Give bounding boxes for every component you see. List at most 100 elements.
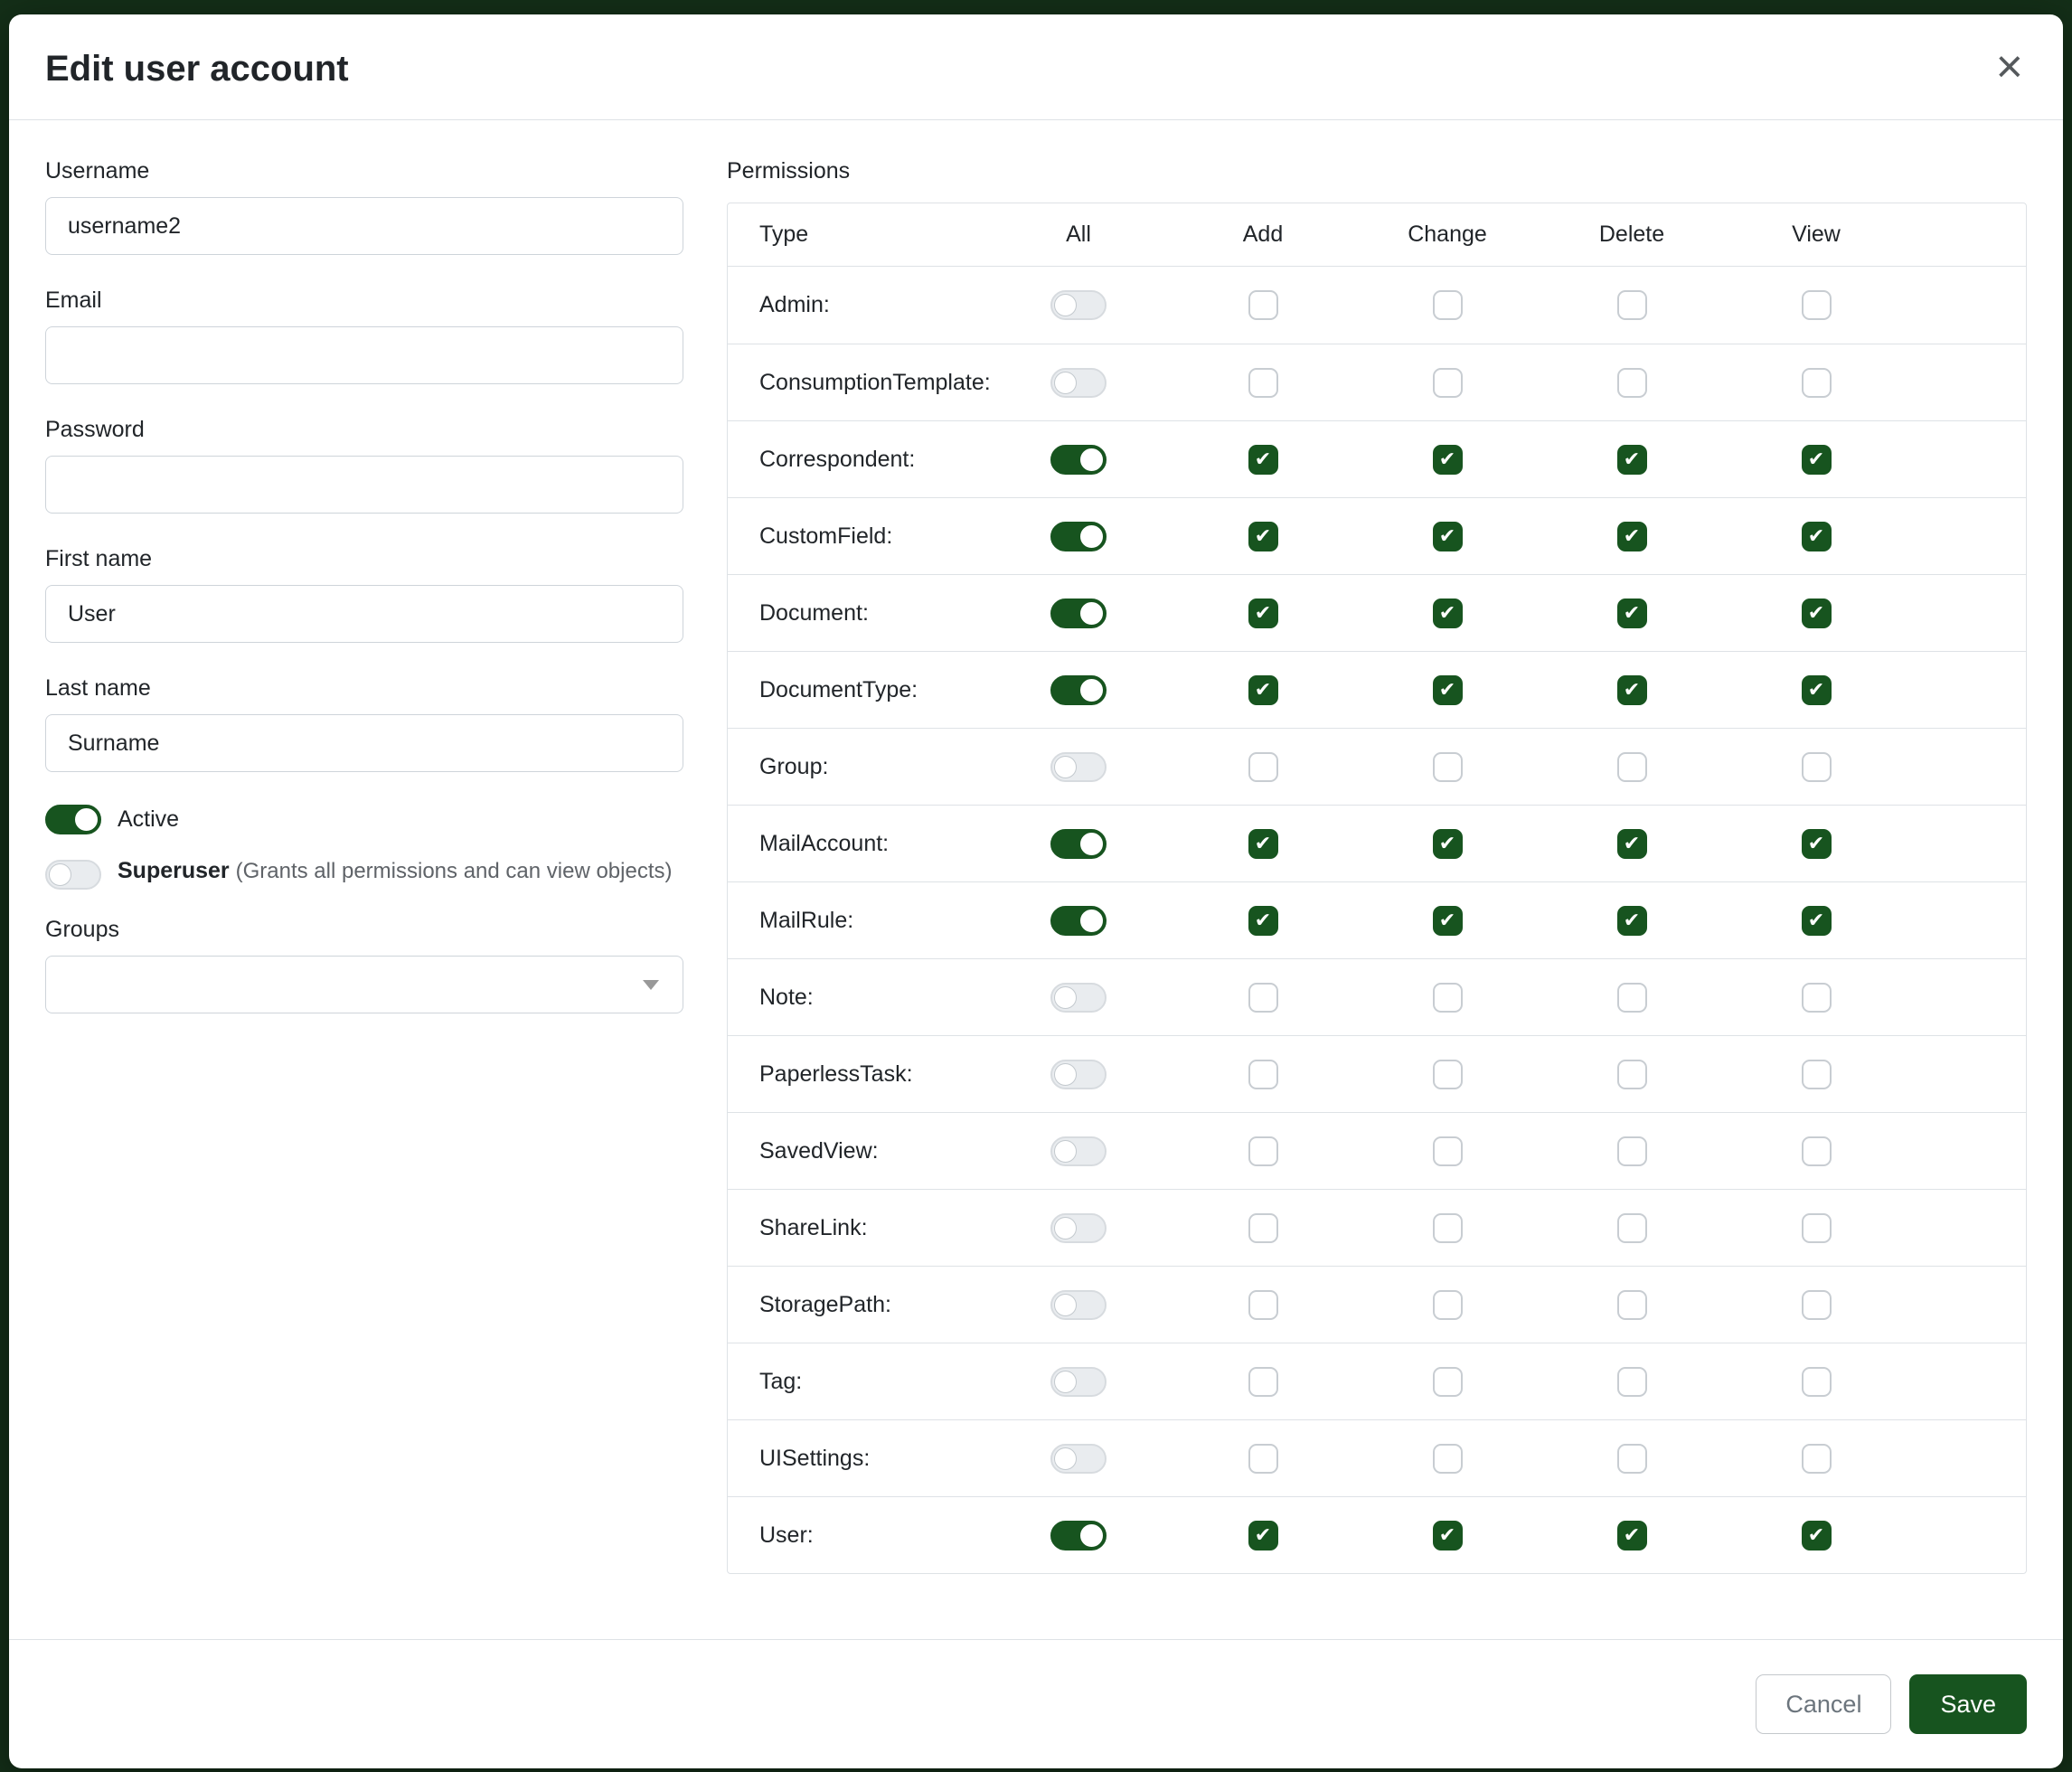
permission-add-checkbox[interactable] — [1248, 1367, 1278, 1397]
permission-view-checkbox[interactable] — [1802, 752, 1832, 782]
permission-view-checkbox[interactable] — [1802, 1367, 1832, 1397]
permission-change-checkbox[interactable] — [1433, 599, 1463, 628]
permission-change-cell — [1355, 752, 1540, 782]
permission-view-checkbox[interactable] — [1802, 1290, 1832, 1320]
permission-change-checkbox[interactable] — [1433, 368, 1463, 398]
permission-add-checkbox[interactable] — [1248, 1060, 1278, 1089]
permission-delete-cell — [1540, 1444, 1724, 1474]
permission-all-toggle[interactable] — [1050, 368, 1107, 398]
email-field[interactable] — [45, 326, 683, 384]
permission-view-checkbox[interactable] — [1802, 1444, 1832, 1474]
permission-delete-checkbox[interactable] — [1617, 522, 1647, 551]
permission-all-toggle[interactable] — [1050, 906, 1107, 936]
permission-add-checkbox[interactable] — [1248, 752, 1278, 782]
permission-view-checkbox[interactable] — [1802, 829, 1832, 859]
permission-delete-checkbox[interactable] — [1617, 829, 1647, 859]
permission-all-toggle[interactable] — [1050, 445, 1107, 475]
permission-view-checkbox[interactable] — [1802, 522, 1832, 551]
permission-view-checkbox[interactable] — [1802, 675, 1832, 705]
permission-delete-checkbox[interactable] — [1617, 1136, 1647, 1166]
permission-add-checkbox[interactable] — [1248, 983, 1278, 1013]
permission-delete-checkbox[interactable] — [1617, 752, 1647, 782]
last-name-field[interactable] — [45, 714, 683, 772]
permission-delete-checkbox[interactable] — [1617, 983, 1647, 1013]
permission-all-toggle[interactable] — [1050, 675, 1107, 705]
permission-view-checkbox[interactable] — [1802, 445, 1832, 475]
permission-all-toggle[interactable] — [1050, 1136, 1107, 1166]
permission-change-checkbox[interactable] — [1433, 1290, 1463, 1320]
permission-add-checkbox[interactable] — [1248, 906, 1278, 936]
permission-view-checkbox[interactable] — [1802, 1060, 1832, 1089]
permission-all-toggle[interactable] — [1050, 1444, 1107, 1474]
permission-view-checkbox[interactable] — [1802, 906, 1832, 936]
permission-change-checkbox[interactable] — [1433, 522, 1463, 551]
permission-add-checkbox[interactable] — [1248, 1521, 1278, 1550]
permission-all-toggle[interactable] — [1050, 983, 1107, 1013]
permission-change-checkbox[interactable] — [1433, 1521, 1463, 1550]
permission-change-checkbox[interactable] — [1433, 1060, 1463, 1089]
username-input[interactable] — [45, 197, 683, 255]
permission-delete-checkbox[interactable] — [1617, 445, 1647, 475]
permission-add-checkbox[interactable] — [1248, 368, 1278, 398]
permission-delete-checkbox[interactable] — [1617, 1521, 1647, 1550]
save-button[interactable]: Save — [1909, 1674, 2027, 1734]
permission-add-checkbox[interactable] — [1248, 599, 1278, 628]
groups-select[interactable] — [45, 956, 683, 1013]
permission-add-checkbox[interactable] — [1248, 1213, 1278, 1243]
table-row: MailAccount: — [728, 805, 2026, 881]
permission-delete-checkbox[interactable] — [1617, 599, 1647, 628]
permission-delete-checkbox[interactable] — [1617, 290, 1647, 320]
permission-change-checkbox[interactable] — [1433, 1136, 1463, 1166]
permission-add-checkbox[interactable] — [1248, 1290, 1278, 1320]
permission-all-toggle[interactable] — [1050, 522, 1107, 551]
permission-all-toggle[interactable] — [1050, 599, 1107, 628]
permission-delete-checkbox[interactable] — [1617, 368, 1647, 398]
permission-change-checkbox[interactable] — [1433, 752, 1463, 782]
permission-add-checkbox[interactable] — [1248, 829, 1278, 859]
permission-change-checkbox[interactable] — [1433, 983, 1463, 1013]
permission-add-checkbox[interactable] — [1248, 675, 1278, 705]
permission-all-toggle[interactable] — [1050, 290, 1107, 320]
permission-all-toggle[interactable] — [1050, 829, 1107, 859]
permission-all-toggle[interactable] — [1050, 1213, 1107, 1243]
permission-change-checkbox[interactable] — [1433, 445, 1463, 475]
permission-change-checkbox[interactable] — [1433, 675, 1463, 705]
permission-delete-checkbox[interactable] — [1617, 1213, 1647, 1243]
permission-view-checkbox[interactable] — [1802, 1213, 1832, 1243]
permission-view-checkbox[interactable] — [1802, 368, 1832, 398]
permission-add-checkbox[interactable] — [1248, 290, 1278, 320]
permission-change-checkbox[interactable] — [1433, 1213, 1463, 1243]
superuser-toggle[interactable] — [45, 860, 101, 890]
permission-view-checkbox[interactable] — [1802, 1136, 1832, 1166]
permission-all-toggle[interactable] — [1050, 1290, 1107, 1320]
permission-view-checkbox[interactable] — [1802, 599, 1832, 628]
permission-add-checkbox[interactable] — [1248, 445, 1278, 475]
cancel-button[interactable]: Cancel — [1756, 1674, 1891, 1734]
permission-delete-checkbox[interactable] — [1617, 675, 1647, 705]
permission-add-checkbox[interactable] — [1248, 522, 1278, 551]
permission-all-toggle[interactable] — [1050, 1367, 1107, 1397]
permission-add-checkbox[interactable] — [1248, 1136, 1278, 1166]
permission-delete-checkbox[interactable] — [1617, 1367, 1647, 1397]
permission-change-checkbox[interactable] — [1433, 290, 1463, 320]
permission-all-toggle[interactable] — [1050, 1060, 1107, 1089]
permission-delete-checkbox[interactable] — [1617, 1444, 1647, 1474]
permission-view-checkbox[interactable] — [1802, 983, 1832, 1013]
permission-change-checkbox[interactable] — [1433, 1444, 1463, 1474]
permission-delete-checkbox[interactable] — [1617, 1060, 1647, 1089]
permission-change-checkbox[interactable] — [1433, 1367, 1463, 1397]
active-toggle[interactable] — [45, 805, 101, 834]
password-field[interactable] — [45, 456, 683, 514]
permission-delete-cell — [1540, 1290, 1724, 1320]
permission-delete-checkbox[interactable] — [1617, 906, 1647, 936]
permission-all-toggle[interactable] — [1050, 752, 1107, 782]
permission-change-checkbox[interactable] — [1433, 906, 1463, 936]
permission-all-toggle[interactable] — [1050, 1521, 1107, 1550]
permission-add-checkbox[interactable] — [1248, 1444, 1278, 1474]
permission-view-checkbox[interactable] — [1802, 290, 1832, 320]
permission-delete-checkbox[interactable] — [1617, 1290, 1647, 1320]
permission-view-checkbox[interactable] — [1802, 1521, 1832, 1550]
first-name-field[interactable] — [45, 585, 683, 643]
permission-change-checkbox[interactable] — [1433, 829, 1463, 859]
close-icon[interactable]: × — [1996, 47, 2023, 87]
